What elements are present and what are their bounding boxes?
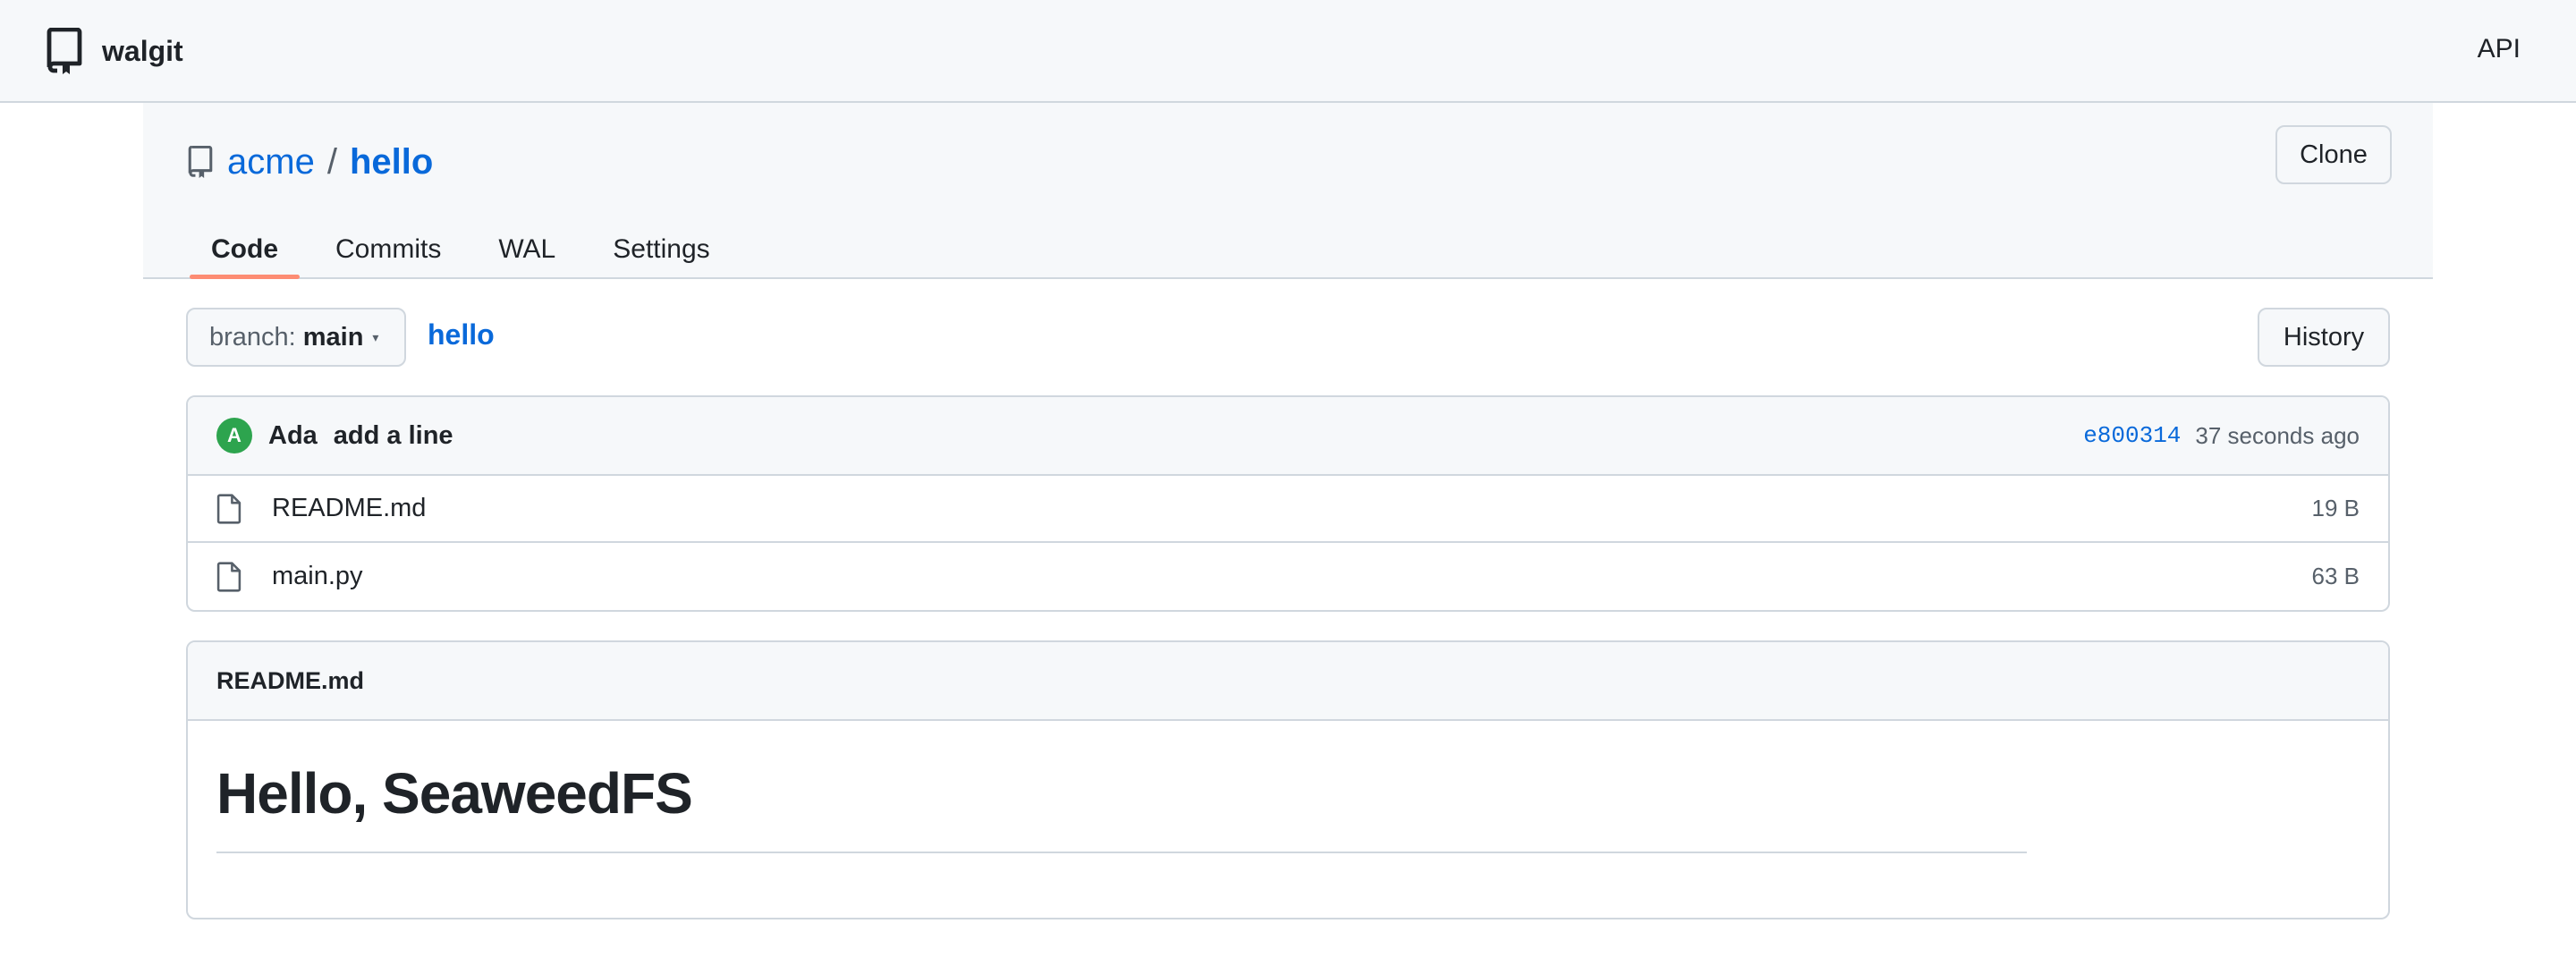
avatar[interactable]: A [216,418,252,453]
readme-filename: README.md [188,642,2388,721]
tab-commits[interactable]: Commits [314,219,462,279]
commit-author[interactable]: Ada [268,421,318,451]
file-name-link[interactable]: README.md [272,494,426,523]
commit-message[interactable]: add a line [334,421,453,451]
file-size: 19 B [2311,495,2360,521]
repo-icon [188,146,213,178]
latest-commit-row: A Ada add a line e800314 37 seconds ago [188,397,2388,476]
repo-header: acme / hello Clone Code Commits WAL Sett… [143,103,2433,279]
clone-button[interactable]: Clone [2275,125,2392,184]
branch-prefix: branch: [209,322,296,352]
top-navbar: walgit API [0,0,2576,103]
repo-separator: / [326,141,337,182]
file-row[interactable]: README.md 19 B [188,476,2388,543]
brand-link[interactable]: walgit [47,27,183,75]
api-link[interactable]: API [2478,34,2521,64]
file-icon [216,561,242,592]
file-name-link[interactable]: main.py [272,562,363,591]
history-button[interactable]: History [2258,308,2390,367]
file-size: 63 B [2311,563,2360,589]
repo-book-icon [47,28,82,74]
brand-name: walgit [102,34,183,67]
branch-name: main [302,322,364,352]
commit-time: 37 seconds ago [2195,421,2360,449]
path-breadcrumb[interactable]: hello [428,318,495,352]
commit-sha-link[interactable]: e800314 [2083,422,2181,449]
file-icon [216,493,242,524]
readme-panel: README.md Hello, SeaweedFS [186,640,2390,919]
branch-selector[interactable]: branch: main ▾ [186,308,406,367]
commit-meta: e800314 37 seconds ago [2083,422,2360,450]
repo-name-link[interactable]: hello [350,142,433,182]
file-row[interactable]: main.py 63 B [188,543,2388,610]
readme-content: Hello, SeaweedFS [188,721,2388,853]
repo-title: acme / hello [188,137,433,187]
tab-wal[interactable]: WAL [477,219,577,279]
tab-code[interactable]: Code [190,219,300,279]
repo-tabs: Code Commits WAL Settings [190,219,746,279]
tab-settings[interactable]: Settings [591,219,731,279]
file-list: A Ada add a line e800314 37 seconds ago … [186,395,2390,612]
readme-heading: Hello, SeaweedFS [216,760,2027,853]
repo-owner-link[interactable]: acme [227,142,315,182]
caret-down-icon: ▾ [372,329,379,344]
